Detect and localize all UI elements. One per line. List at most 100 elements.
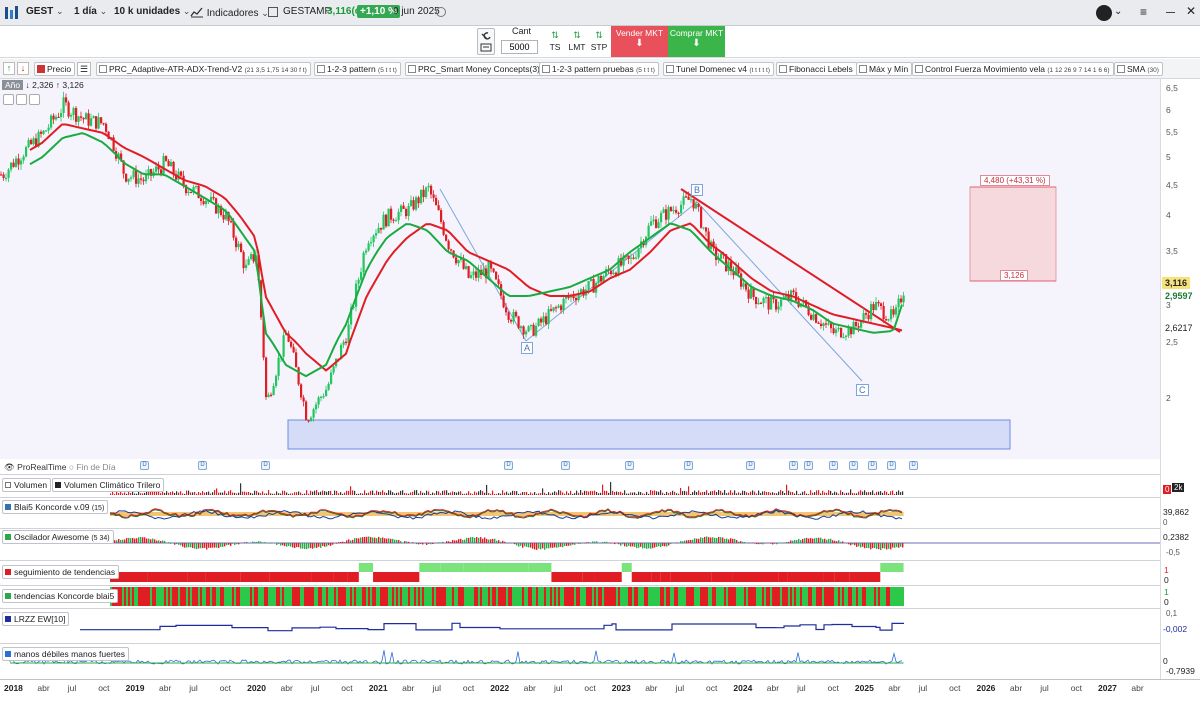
dividend-marker[interactable]: D bbox=[625, 461, 634, 470]
koncorde-trend-bar bbox=[492, 587, 494, 606]
indicator-chip[interactable]: Control Fuerza Movimiento vela (1 12 26 … bbox=[912, 62, 1114, 76]
trend-segment bbox=[834, 572, 850, 582]
candle bbox=[817, 322, 820, 324]
koncorde-trend-bar bbox=[234, 587, 236, 606]
volume-bar bbox=[236, 493, 238, 495]
dividend-marker[interactable]: D bbox=[868, 461, 877, 470]
panel-header-volume-climatic[interactable]: Volumen Climático Trilero bbox=[52, 478, 165, 492]
list-icon[interactable]: ☰ bbox=[77, 62, 91, 76]
ts-button[interactable]: ⇅ TS bbox=[546, 28, 564, 56]
price-chip[interactable]: Precio bbox=[34, 62, 76, 76]
koncorde-trend-bar bbox=[256, 587, 258, 606]
panel-header-lrzz[interactable]: LRZZ EW[10] bbox=[2, 612, 70, 626]
candle bbox=[205, 200, 208, 205]
panel-header-koncorde-trend[interactable]: tendencias Koncorde blai5 bbox=[2, 589, 119, 603]
ao-bar bbox=[758, 543, 760, 545]
volume-bar bbox=[572, 493, 574, 495]
panel-header-awesome[interactable]: Oscilador Awesome (5 34) bbox=[2, 530, 114, 544]
volume-bar bbox=[326, 491, 328, 495]
ao-bar bbox=[480, 537, 482, 543]
dividend-marker[interactable]: D bbox=[561, 461, 570, 470]
sync-icon[interactable] bbox=[1096, 5, 1112, 21]
interval-select[interactable]: 1 día ⌄ bbox=[74, 6, 107, 17]
menu-icon[interactable]: ≡ bbox=[1140, 6, 1147, 18]
koncorde-trend-bar bbox=[426, 587, 428, 606]
panel-header-trend[interactable]: seguimiento de tendencias bbox=[2, 565, 120, 579]
buy-mkt-button[interactable]: Comprar MKT ⬇ bbox=[668, 26, 725, 57]
volume-bar bbox=[390, 490, 392, 495]
volume-bar bbox=[880, 491, 882, 495]
ao-bar bbox=[506, 543, 508, 544]
ticker-select[interactable]: GEST ⌄ bbox=[26, 6, 64, 17]
dividend-marker[interactable]: D bbox=[684, 461, 693, 470]
end-of-day-label: Fin de Día bbox=[76, 462, 116, 472]
dividend-marker[interactable]: D bbox=[140, 461, 149, 470]
ao-bar bbox=[328, 543, 330, 546]
dividend-marker[interactable]: D bbox=[746, 461, 755, 470]
dividend-marker[interactable]: D bbox=[261, 461, 270, 470]
settings-button[interactable] bbox=[477, 28, 495, 55]
panel-header-hands[interactable]: manos débiles manos fuertes bbox=[2, 647, 130, 661]
ao-bar bbox=[552, 543, 554, 548]
koncorde-trend-bar bbox=[786, 587, 788, 606]
arrow-down-red-icon[interactable]: ↓ bbox=[17, 62, 29, 75]
ao-bar bbox=[310, 543, 312, 549]
candle bbox=[670, 207, 673, 211]
qty-input[interactable] bbox=[501, 40, 538, 54]
volume-bar bbox=[136, 493, 138, 495]
volume-bar bbox=[776, 493, 778, 495]
volume-bar bbox=[394, 493, 396, 495]
candle bbox=[842, 337, 845, 339]
dividend-marker[interactable]: D bbox=[789, 461, 798, 470]
info-icon[interactable] bbox=[436, 7, 446, 17]
panel-header-koncorde[interactable]: Blai5 Koncorde v.09 (15) bbox=[2, 500, 109, 514]
candle bbox=[702, 227, 705, 229]
volume-bar bbox=[140, 493, 142, 495]
koncorde-trend-bar bbox=[350, 587, 352, 606]
volume-bar bbox=[526, 491, 528, 495]
indicators-button[interactable]: Indicadores ⌄ bbox=[190, 6, 269, 19]
volume-bar bbox=[606, 490, 608, 495]
units-select[interactable]: 10 k unidades ⌄ bbox=[114, 6, 190, 17]
panel-header-volume[interactable]: Volumen bbox=[2, 478, 52, 492]
candle bbox=[137, 178, 140, 184]
minimize-icon[interactable] bbox=[1166, 12, 1175, 13]
indicator-chip[interactable]: 1-2-3 pattern pruebas (5 t t t) bbox=[539, 62, 659, 76]
indicator-chip[interactable]: Máx y Mín bbox=[856, 62, 913, 76]
volume-bar bbox=[730, 490, 732, 495]
chevron-down-icon[interactable]: ⌄ bbox=[1114, 6, 1122, 17]
koncorde-trend-bar bbox=[290, 587, 292, 606]
candle bbox=[267, 394, 270, 398]
volume-bar bbox=[476, 492, 478, 495]
indicator-chip[interactable]: 1-2-3 pattern (5 t t t) bbox=[314, 62, 401, 76]
volume-bar bbox=[652, 490, 654, 495]
dividend-marker[interactable]: D bbox=[829, 461, 838, 470]
dividend-marker[interactable]: D bbox=[909, 461, 918, 470]
dividend-marker[interactable]: D bbox=[849, 461, 858, 470]
candle bbox=[25, 147, 28, 157]
stp-button[interactable]: ⇅ STP bbox=[589, 28, 609, 56]
koncorde-trend-panel bbox=[110, 587, 904, 606]
koncorde-trend-bar bbox=[408, 587, 410, 606]
dividend-marker[interactable]: D bbox=[804, 461, 813, 470]
volume-bar bbox=[834, 491, 836, 495]
sell-mkt-button[interactable]: Vender MKT ⬇ bbox=[611, 26, 668, 57]
volume-bar bbox=[512, 490, 514, 495]
candle bbox=[15, 158, 18, 167]
indicator-chip[interactable]: Tunel Domenec v4 (t t t t t) bbox=[663, 62, 774, 76]
indicator-chip[interactable]: Fibonacci Lebels bbox=[776, 62, 857, 76]
indicator-chip[interactable]: SMA (30) bbox=[1114, 62, 1163, 76]
close-icon[interactable]: ✕ bbox=[1186, 5, 1196, 17]
indicator-chip[interactable]: PRC_Smart Money Concepts(3) bbox=[405, 62, 544, 76]
candle bbox=[72, 108, 75, 116]
grid-icon[interactable] bbox=[268, 7, 278, 17]
ao-bar bbox=[384, 538, 386, 543]
lmt-button[interactable]: ⇅ LMT bbox=[567, 28, 587, 56]
indicator-chip[interactable]: PRC_Adaptive-ATR-ADX-Trend-V2 (21 3,5 1,… bbox=[96, 62, 311, 76]
dividend-marker[interactable]: D bbox=[887, 461, 896, 470]
dividend-marker[interactable]: D bbox=[504, 461, 513, 470]
trend-segment bbox=[660, 572, 671, 582]
candle bbox=[550, 309, 553, 311]
dividend-marker[interactable]: D bbox=[198, 461, 207, 470]
arrow-up-green-icon[interactable]: ↑ bbox=[3, 62, 15, 75]
